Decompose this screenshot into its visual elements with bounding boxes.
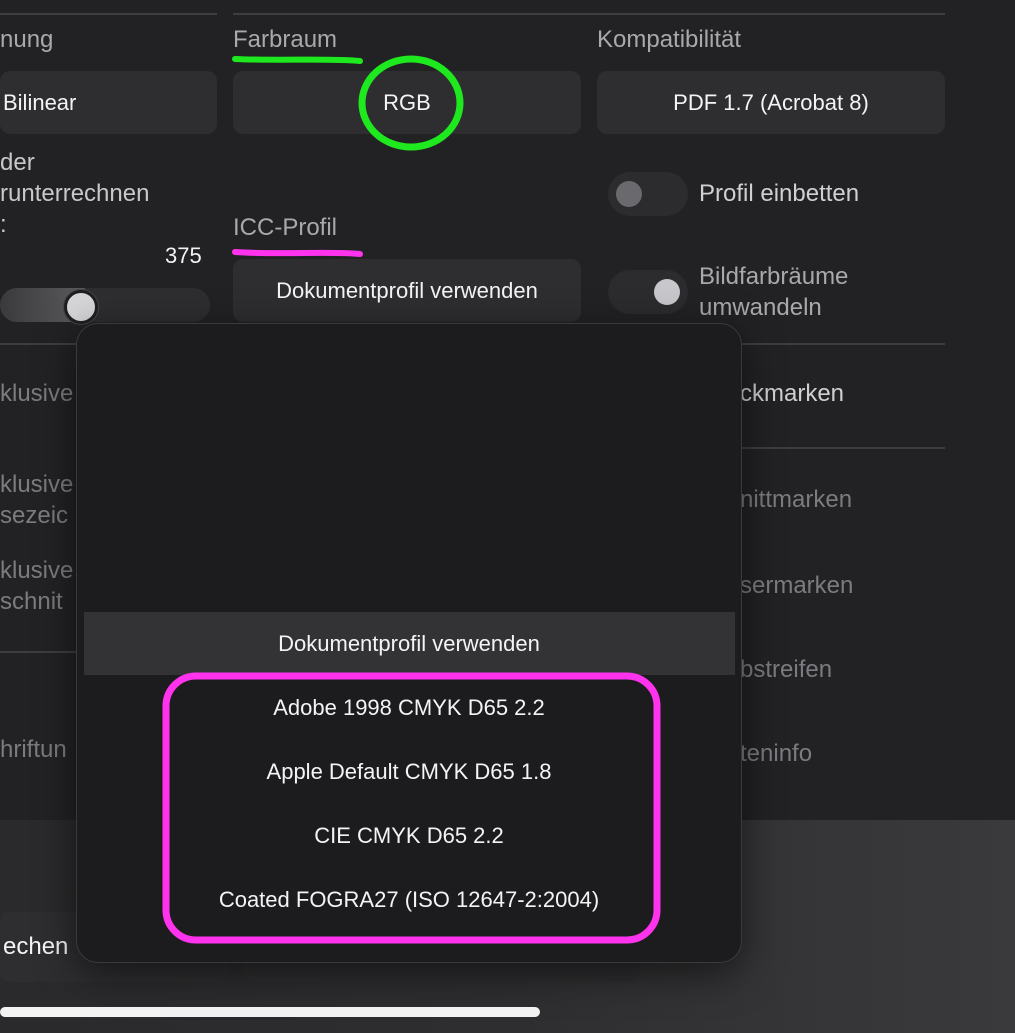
scroll-indicator: [0, 1007, 540, 1017]
divider: [233, 13, 945, 15]
popover-item[interactable]: Coated FOGRA27 (ISO 12647-2:2004): [77, 887, 741, 913]
color-space-label: Farbraum: [233, 26, 338, 53]
downsample-label-line2: runterrechnen: [0, 180, 150, 207]
compatibility-value: PDF 1.7 (Acrobat 8): [673, 89, 869, 115]
icc-profile-dropdown[interactable]: Dokumentprofil verwenden: [233, 259, 581, 322]
interpolation-label: nung: [0, 26, 54, 53]
bottom-left-button-label: echen: [3, 933, 69, 960]
toggle-knob: [616, 181, 642, 207]
left-option-2-label-line2: sezeic: [0, 502, 69, 529]
popover-item-selected[interactable]: Dokumentprofil verwenden: [77, 631, 741, 657]
downsample-label-line1: der: [0, 149, 35, 176]
popover-item[interactable]: Adobe 1998 CMYK D65 2.2: [77, 695, 741, 721]
embed-profile-label: Profil einbetten: [699, 180, 860, 207]
dpi-value: 375: [165, 243, 202, 268]
divider: [0, 13, 217, 15]
interpolation-value: Bilinear: [3, 89, 77, 115]
left-option-1-label: klusive: [0, 380, 74, 407]
convert-label-line2: umwandeln: [699, 294, 822, 321]
icc-profile-popover: Dokumentprofil verwenden Adobe 1998 CMYK…: [76, 323, 742, 963]
popover-item[interactable]: CIE CMYK D65 2.2: [77, 823, 741, 849]
left-option-4-label: hriftun: [0, 736, 67, 763]
divider: [740, 447, 945, 449]
interpolation-dropdown[interactable]: Bilinear: [0, 71, 217, 134]
dpi-slider-knob[interactable]: [64, 290, 98, 324]
left-option-3-label-line1: klusive: [0, 557, 74, 584]
dpi-slider-track[interactable]: [0, 288, 210, 322]
popover-item[interactable]: Apple Default CMYK D65 1.8: [77, 759, 741, 785]
right-option-5-label: teninfo: [740, 740, 813, 767]
right-option-2-label: nittmarken: [740, 486, 853, 513]
right-option-1-label: ckmarken: [740, 380, 845, 407]
icc-profile-label: ICC-Profil: [233, 214, 338, 241]
divider: [0, 343, 80, 345]
color-space-value: RGB: [383, 89, 431, 115]
right-option-4-label: bstreifen: [740, 656, 833, 683]
divider: [0, 651, 80, 653]
icc-profile-value: Dokumentprofil verwenden: [276, 277, 538, 303]
right-option-3-label: sermarken: [740, 572, 854, 599]
toggle-knob: [654, 279, 680, 305]
compatibility-label: Kompatibilität: [597, 26, 742, 53]
divider: [740, 343, 945, 345]
embed-profile-toggle[interactable]: [608, 172, 688, 216]
left-option-2-label-line1: klusive: [0, 471, 74, 498]
icc-underline: [232, 249, 363, 257]
farbraum-underline: [232, 56, 363, 64]
downsample-label-line3: :: [0, 211, 7, 238]
color-space-dropdown[interactable]: RGB: [233, 71, 581, 134]
convert-image-colorspaces-toggle[interactable]: [608, 270, 688, 314]
compatibility-dropdown[interactable]: PDF 1.7 (Acrobat 8): [597, 71, 945, 134]
left-option-3-label-line2: schnit: [0, 588, 63, 615]
convert-label-line1: Bildfarbräume: [699, 263, 849, 290]
